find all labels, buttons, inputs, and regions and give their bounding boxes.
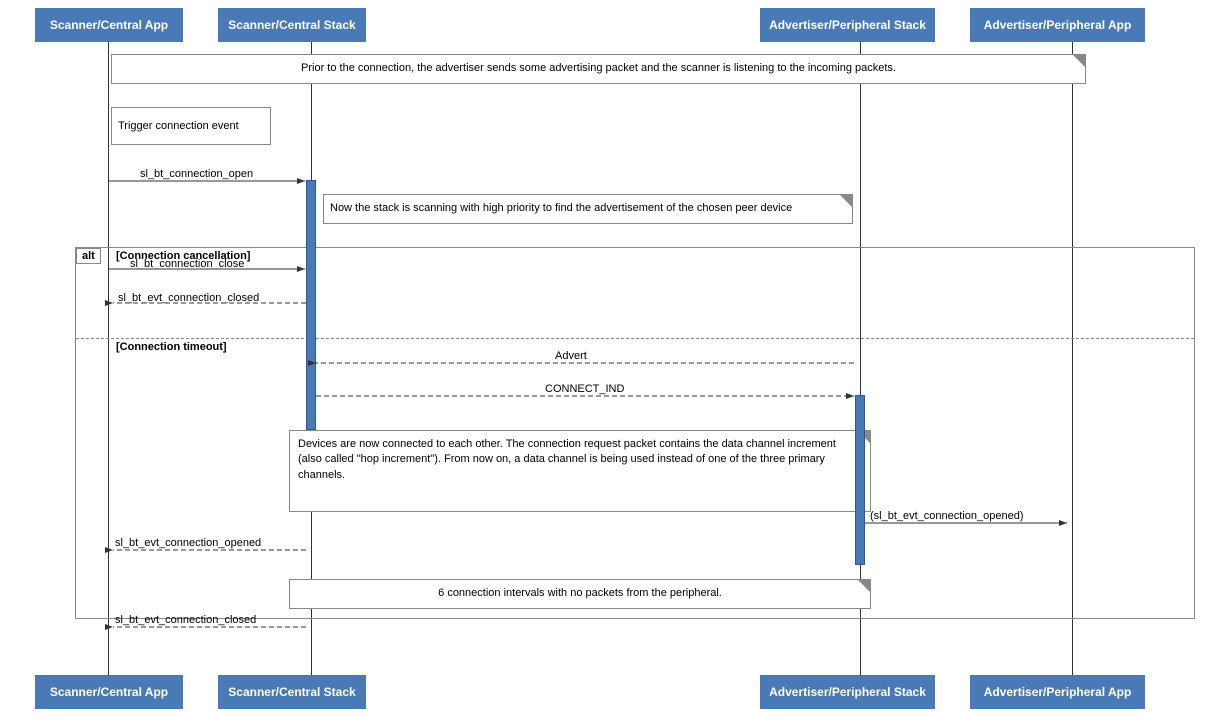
label-sl-bt-connection-open: sl_bt_connection_open bbox=[140, 168, 253, 180]
header-advertiser-app: Advertiser/Peripheral App bbox=[970, 8, 1145, 42]
footer-scanner-app: Scanner/Central App bbox=[35, 675, 183, 709]
note-scanning: Now the stack is scanning with high prio… bbox=[323, 194, 853, 224]
label-sl-bt-evt-connection-closed-timeout: sl_bt_evt_connection_closed bbox=[115, 614, 256, 626]
footer-advertiser-app: Advertiser/Peripheral App bbox=[970, 675, 1145, 709]
alt-label: alt bbox=[76, 248, 101, 264]
label-sl-bt-evt-connection-closed-cancel: sl_bt_evt_connection_closed bbox=[118, 292, 259, 304]
note-intervals: 6 connection intervals with no packets f… bbox=[289, 579, 871, 609]
header-scanner-app: Scanner/Central App bbox=[35, 8, 183, 42]
label-connect-ind: CONNECT_IND bbox=[545, 383, 624, 395]
activation-advertiser-stack-1 bbox=[855, 395, 865, 565]
sequence-diagram: Scanner/Central App Scanner/Central Stac… bbox=[0, 0, 1207, 717]
label-sl-bt-connection-close: sl_bt_connection_close bbox=[130, 258, 244, 270]
note-connected: Devices are now connected to each other.… bbox=[289, 430, 871, 512]
label-advert: Advert bbox=[555, 350, 587, 362]
trigger-box: Trigger connection event bbox=[111, 107, 271, 145]
activation-scanner-stack-1 bbox=[306, 180, 316, 430]
alt-guard-timeout: [Connection timeout] bbox=[116, 341, 227, 353]
header-advertiser-stack: Advertiser/Peripheral Stack bbox=[760, 8, 935, 42]
footer-advertiser-stack: Advertiser/Peripheral Stack bbox=[760, 675, 935, 709]
label-sl-bt-evt-connection-opened-central: sl_bt_evt_connection_opened bbox=[115, 537, 261, 549]
alt-divider bbox=[76, 338, 1194, 339]
note-prior: Prior to the connection, the advertiser … bbox=[111, 54, 1086, 84]
header-scanner-stack: Scanner/Central Stack bbox=[218, 8, 366, 42]
footer-scanner-stack: Scanner/Central Stack bbox=[218, 675, 366, 709]
label-sl-bt-evt-connection-opened-peripheral: (sl_bt_evt_connection_opened) bbox=[870, 510, 1024, 522]
